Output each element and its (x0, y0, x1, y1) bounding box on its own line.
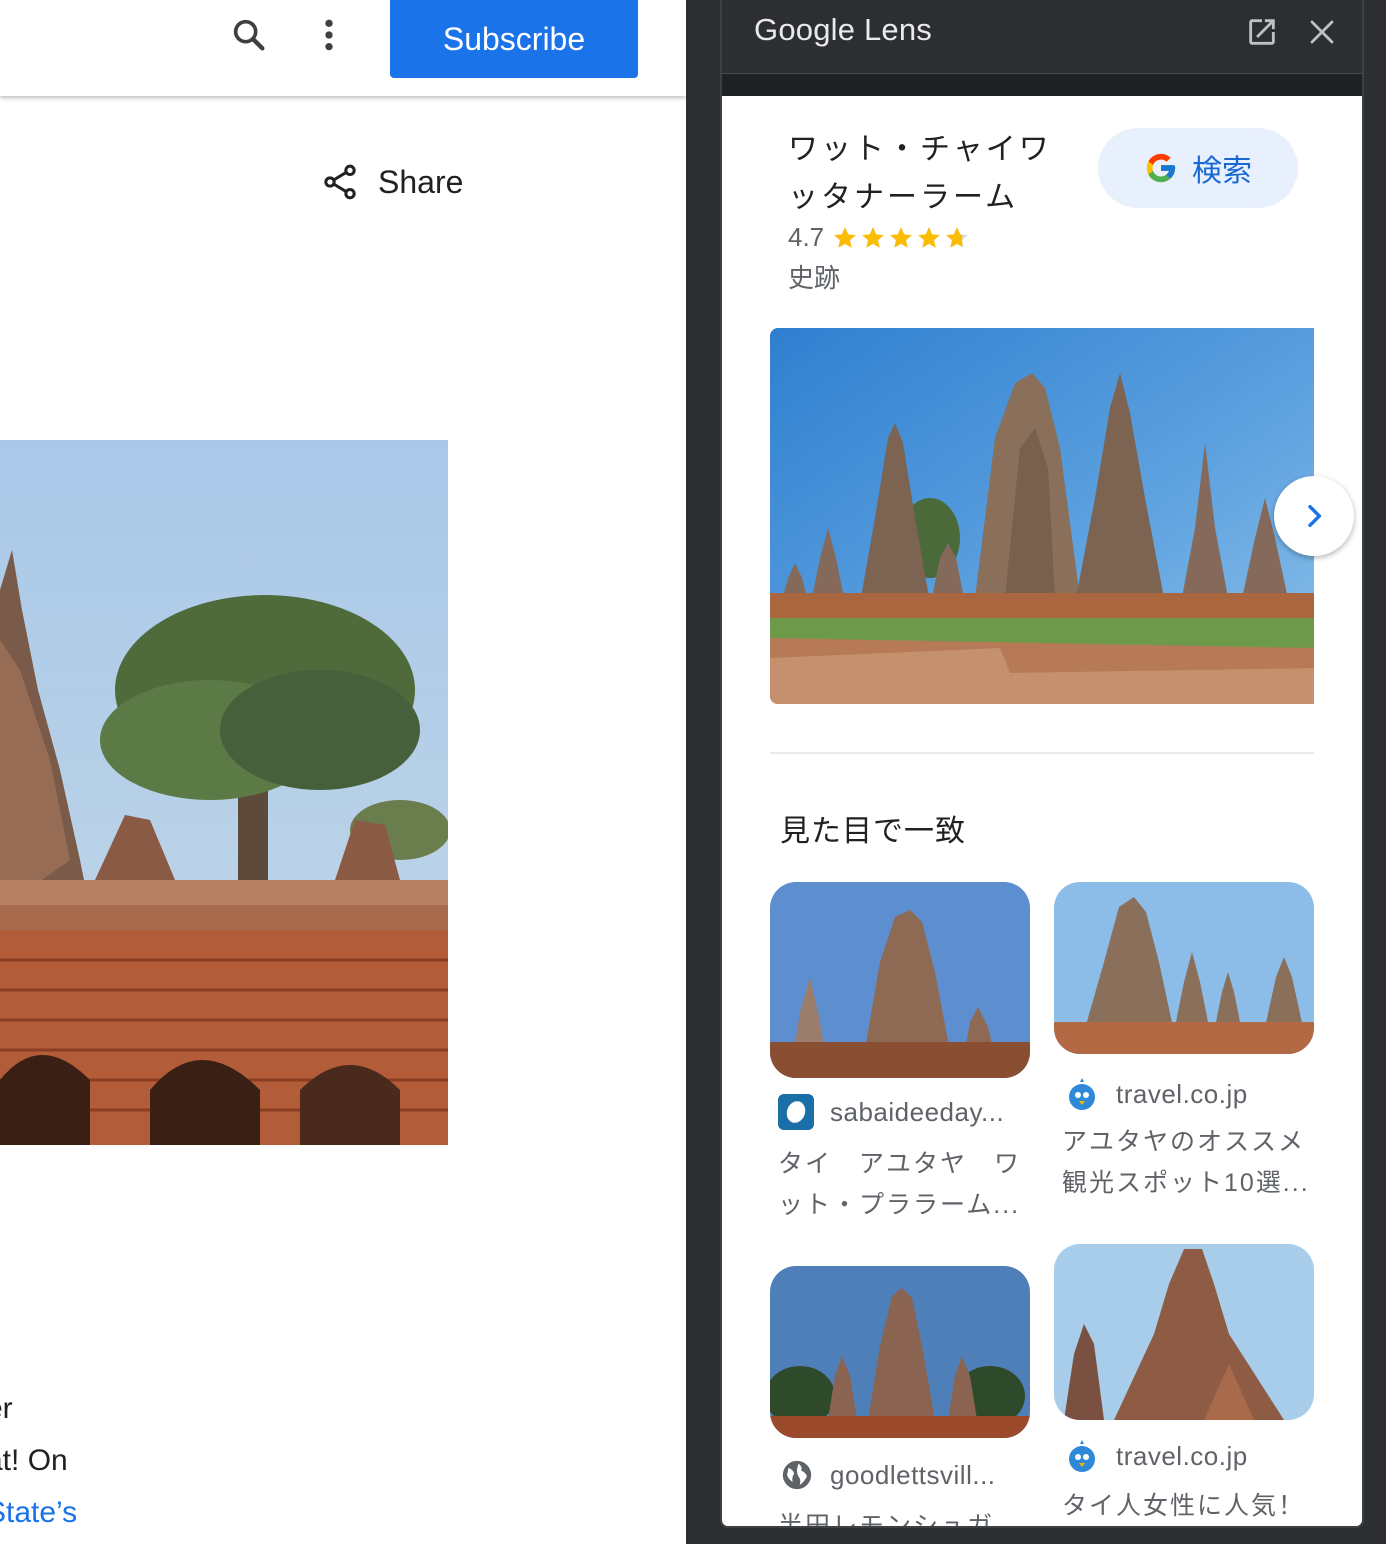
article-photo[interactable] (0, 440, 448, 1145)
rating-value: 4.7 (788, 222, 825, 252)
star-icon (946, 226, 968, 248)
lens-header: Google Lens (722, 0, 1362, 96)
rating-row: 4.7 (788, 222, 970, 253)
result-title: タイ アユタヤ ワット・プララーム... (778, 1150, 1022, 1219)
section-divider (770, 752, 1314, 754)
result-source-name: travel.co.jp (1116, 1440, 1248, 1471)
result-source: sabaideeday... (778, 1094, 1004, 1130)
subscribe-button[interactable]: Subscribe (390, 0, 638, 78)
more-options-button[interactable] (306, 12, 352, 58)
open-in-new-tab-button[interactable] (1242, 12, 1282, 52)
travel-bird-icon (1069, 1440, 1095, 1472)
visual-match-result[interactable]: sabaideeday... タイ アユタヤ ワット・プララーム... (770, 882, 1030, 1232)
source-favicon-icon (778, 1094, 814, 1130)
result-title: タイ人女性に人気！ (1062, 1492, 1306, 1520)
result-source-name: sabaideeday... (830, 1096, 1005, 1127)
article-text-line: at! On (0, 1444, 68, 1477)
travel-bird-icon (1069, 1078, 1095, 1110)
result-source: travel.co.jp (1064, 1076, 1248, 1112)
star-icon (918, 226, 940, 248)
google-logo-icon (1146, 153, 1176, 183)
article-page: Subscribe Share r t! On tate’s (0, 0, 686, 1544)
place-category: 史跡 (788, 263, 841, 293)
star-icon (834, 226, 856, 248)
place-hero-image[interactable] (770, 328, 1314, 704)
result-title: 半田レモンシュガ (778, 1512, 995, 1528)
share-icon (324, 164, 356, 200)
result-source-name: goodlettsvill... (830, 1459, 996, 1490)
open-in-new-icon (1249, 19, 1275, 45)
star-rating (832, 225, 970, 251)
carousel-next-button[interactable] (1274, 476, 1354, 556)
star-icon (862, 226, 884, 248)
result-title: アユタヤのオススメ観光スポット10選... (1062, 1128, 1310, 1197)
site-header: Subscribe (0, 0, 686, 96)
chevron-right-icon (1308, 504, 1322, 528)
result-source: goodlettsvill... (780, 1458, 996, 1492)
search-button[interactable] (226, 12, 272, 58)
close-icon (1310, 20, 1334, 44)
more-vert-icon (325, 19, 333, 51)
result-thumbnail[interactable] (1054, 882, 1314, 1054)
search-icon (233, 19, 265, 51)
share-label: Share (378, 163, 464, 200)
result-thumbnail[interactable] (770, 1266, 1030, 1438)
share-button[interactable]: Share (320, 158, 463, 206)
globe-icon (782, 1460, 812, 1490)
result-source: travel.co.jp (1064, 1438, 1248, 1474)
visual-match-result[interactable]: travel.co.jp アユタヤのオススメ観光スポット10選... (1054, 882, 1314, 1212)
article-text-line: er (0, 1392, 13, 1425)
google-search-chip[interactable]: 検索 (1098, 128, 1298, 208)
lens-side-panel: Google Lens ワット・チャイワッタナーラーム 検索 4.7 史跡 見た… (720, 0, 1364, 1528)
article-link[interactable]: State’s (0, 1496, 77, 1530)
star-icon (890, 226, 912, 248)
result-thumbnail[interactable] (770, 882, 1030, 1078)
visual-matches-heading: 見た目で一致 (780, 815, 966, 848)
place-name: ワット・チャイワッタナーラーム (788, 133, 1052, 214)
visual-match-result[interactable]: travel.co.jp タイ人女性に人気！ (1054, 1244, 1314, 1526)
lens-title: Google Lens (754, 12, 932, 47)
search-chip-label: 検索 (1192, 155, 1252, 188)
result-thumbnail[interactable] (1054, 1244, 1314, 1420)
result-source-name: travel.co.jp (1116, 1078, 1248, 1109)
visual-match-result[interactable]: goodlettsvill... 半田レモンシュガ (770, 1266, 1030, 1528)
close-button[interactable] (1302, 12, 1342, 52)
